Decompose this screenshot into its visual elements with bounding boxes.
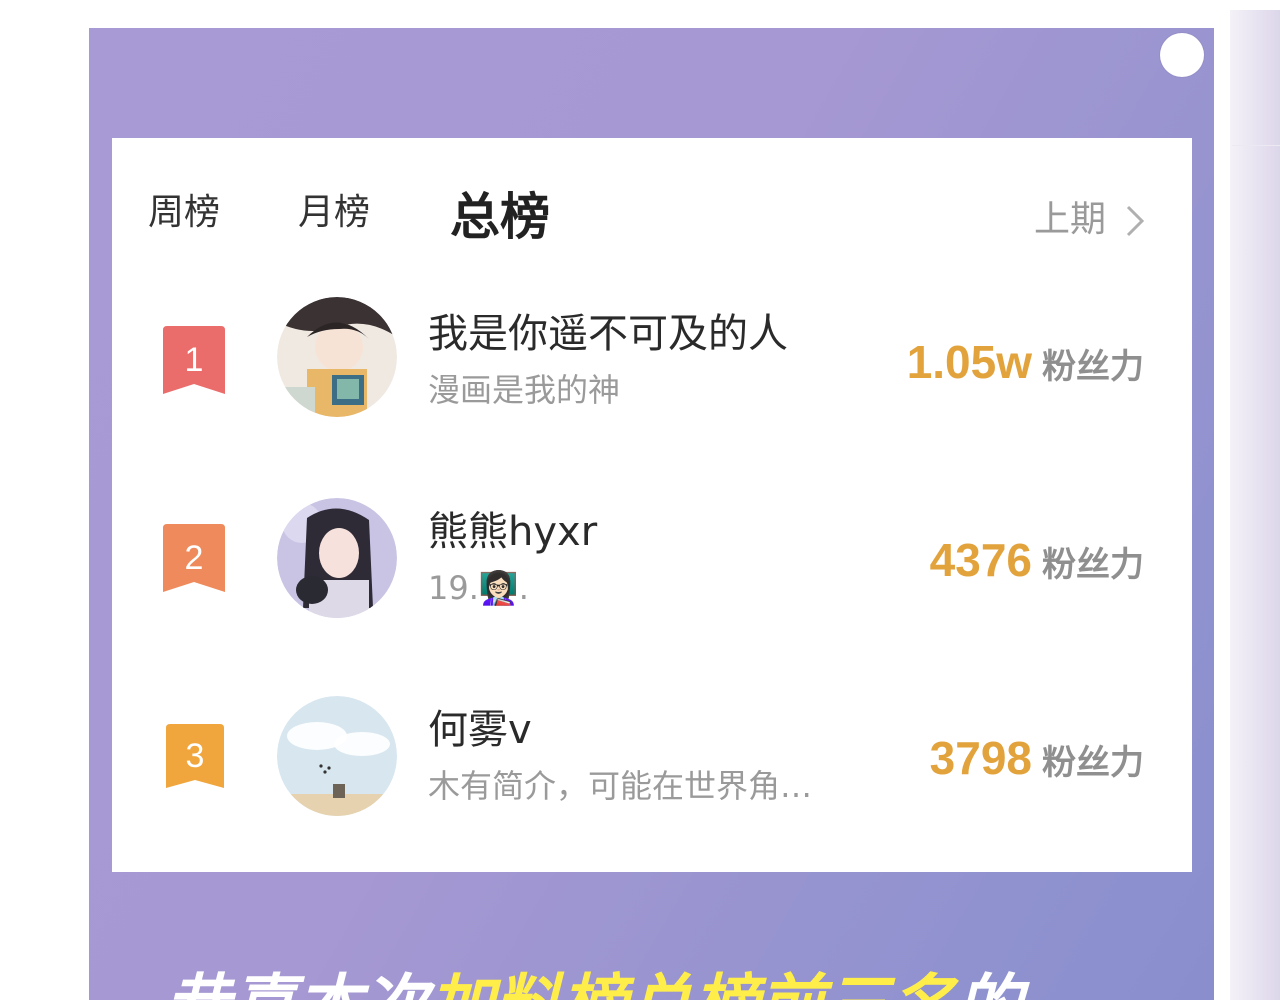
fan-score-value: 3798 (929, 732, 1032, 784)
congrats-headline: 恭喜本次加料榜总榜前三名的 (164, 973, 1022, 1000)
chevron-right-icon[interactable] (1124, 204, 1152, 238)
headline-yellow: 加料榜总榜前三名 (428, 967, 956, 1000)
previous-period-link[interactable]: 上期 (1034, 202, 1106, 238)
rank-number: 2 (184, 539, 204, 577)
fan-score-unit: 粉丝力 (1042, 743, 1144, 783)
fan-score-unit: 粉丝力 (1042, 545, 1144, 585)
user-avatar[interactable] (277, 297, 397, 417)
user-name: 我是你遥不可及的人 (428, 311, 788, 357)
headline-white: 恭喜本次 (164, 967, 428, 1000)
headline-tail: 的 (956, 967, 1022, 1000)
user-avatar[interactable] (277, 696, 397, 816)
tab-weekly[interactable]: 周榜 (148, 195, 220, 231)
user-name: 熊熊hyxr (428, 509, 598, 555)
fan-score: 1.05w 粉丝力 (907, 339, 1144, 385)
fan-score: 3798 粉丝力 (930, 735, 1144, 781)
tab-overall[interactable]: 总榜 (450, 192, 550, 242)
fan-score: 4376 粉丝力 (930, 537, 1144, 583)
user-avatar[interactable] (277, 498, 397, 618)
fan-score-unit: 粉丝力 (1042, 347, 1144, 387)
fan-score-value: 1.05w (906, 336, 1032, 388)
fan-score-value: 4376 (929, 534, 1032, 586)
rank-number: 3 (185, 737, 205, 775)
floating-dot-button[interactable] (1160, 33, 1204, 77)
user-bio: 19.👩🏻‍🏫. (428, 569, 529, 607)
rank-number: 1 (184, 341, 204, 379)
side-panel-edge (1230, 10, 1280, 1000)
user-bio: 漫画是我的神 (428, 371, 621, 409)
user-name: 何雾v (428, 707, 532, 753)
divider (1232, 145, 1280, 146)
user-bio: 木有简介，可能在世界角… (428, 767, 813, 805)
tab-monthly[interactable]: 月榜 (298, 195, 370, 231)
